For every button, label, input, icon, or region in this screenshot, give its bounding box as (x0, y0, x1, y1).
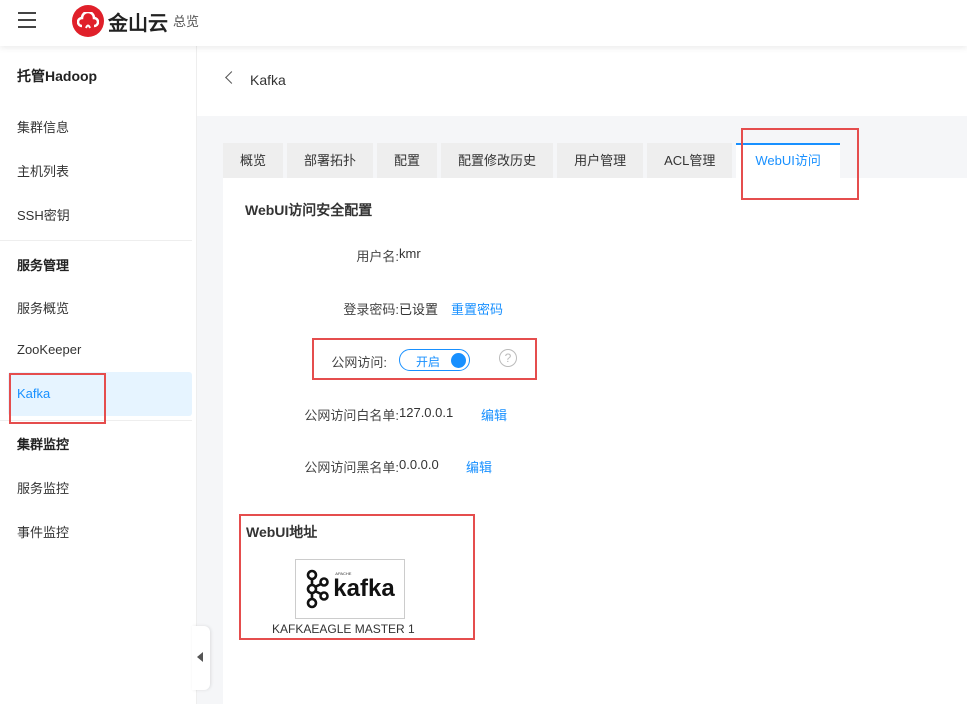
toggle-label: 开启 (416, 355, 441, 369)
webui-link-name[interactable]: KAFKAEAGLE MASTER 1 (272, 622, 415, 636)
divider (0, 240, 192, 241)
nav-overview[interactable]: 总览 (173, 11, 199, 30)
breadcrumb: Kafka (197, 46, 967, 116)
sidebar-item-service-monitor[interactable]: 服务监控 (17, 478, 69, 497)
tab-overview[interactable]: 概览 (223, 143, 284, 178)
sidebar-section-service: 服务管理 (17, 258, 70, 273)
back-chevron-icon[interactable] (225, 71, 238, 84)
password-label: 登录密码: (343, 302, 399, 317)
kafka-logo-icon (306, 569, 330, 609)
edit-blacklist-link[interactable]: 编辑 (466, 457, 492, 476)
username-label: 用户名: (356, 249, 399, 264)
sidebar-item-event-monitor[interactable]: 事件监控 (17, 522, 69, 541)
kafka-text: kafka (333, 575, 395, 602)
sidebar-section-monitor: 集群监控 (17, 437, 70, 452)
page-title: Kafka (250, 72, 286, 88)
reset-password-link[interactable]: 重置密码 (451, 299, 503, 318)
webui-heading: WebUI地址 (246, 524, 318, 540)
logo[interactable]: 金山云 (72, 5, 168, 37)
toggle-knob (451, 353, 466, 368)
help-icon[interactable]: ? (499, 349, 517, 367)
divider (0, 420, 192, 421)
tab-config-history[interactable]: 配置修改历史 (441, 143, 554, 178)
menu-icon[interactable] (18, 12, 36, 28)
blacklist-label: 公网访问黑名单: (304, 460, 399, 475)
password-status: 已设置 (399, 302, 439, 317)
whitelist-value: 127.0.0.1 (399, 405, 454, 420)
sidebar-item-zookeeper[interactable]: ZooKeeper (17, 342, 81, 357)
sidebar-item-cluster-info[interactable]: 集群信息 (17, 117, 69, 136)
sidebar-title: 托管Hadoop (17, 68, 98, 84)
tab-user-management[interactable]: 用户管理 (557, 143, 644, 178)
cloud-logo-icon (72, 5, 104, 37)
tab-config[interactable]: 配置 (377, 143, 438, 178)
whitelist-label: 公网访问白名单: (304, 408, 399, 423)
sidebar-item-ssh-keys[interactable]: SSH密钥 (17, 205, 70, 224)
tab-acl[interactable]: ACL管理 (647, 143, 733, 178)
tab-webui-access[interactable]: WebUI访问 (736, 143, 840, 178)
content-card: WebUI访问安全配置 用户名: kmr 登录密码: 已设置 重置密码 公网访问… (223, 178, 967, 704)
brand-name: 金山云 (108, 12, 168, 35)
sidebar-collapse-button[interactable] (192, 626, 210, 690)
blacklist-value: 0.0.0.0 (399, 457, 439, 472)
security-heading: WebUI访问安全配置 (245, 202, 373, 218)
edit-whitelist-link[interactable]: 编辑 (481, 405, 507, 424)
tab-topology[interactable]: 部署拓扑 (287, 143, 374, 178)
kafka-webui-link[interactable]: APACHE kafka (295, 559, 405, 619)
sidebar-item-host-list[interactable]: 主机列表 (17, 161, 69, 180)
username-value: kmr (399, 246, 421, 261)
sidebar-item-service-overview[interactable]: 服务概览 (17, 298, 69, 317)
public-access-label: 公网访问: (331, 355, 387, 370)
kafka-logo-text: APACHE kafka (333, 571, 395, 603)
top-header: 金山云 总览 (0, 0, 967, 46)
public-access-toggle[interactable]: 开启 (399, 349, 470, 371)
apache-text: APACHE (335, 571, 352, 576)
sidebar: 托管Hadoop 集群信息 主机列表 SSH密钥 服务管理 服务概览 ZooKe… (0, 46, 197, 704)
sidebar-item-kafka[interactable]: Kafka (17, 386, 50, 401)
tab-bar: 概览 部署拓扑 配置 配置修改历史 用户管理 ACL管理 WebUI访问 (223, 143, 844, 178)
